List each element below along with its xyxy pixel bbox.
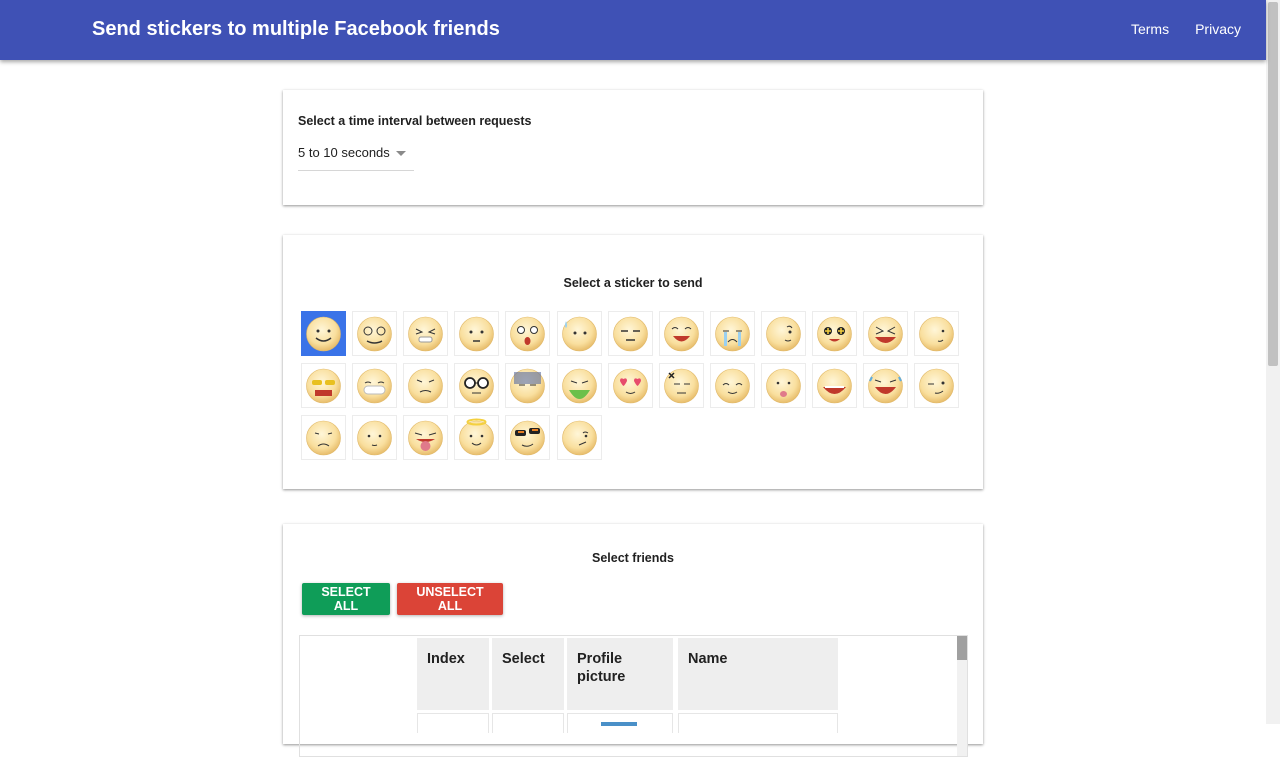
sticker-tongue[interactable] — [760, 363, 806, 408]
pout-sticker-icon — [459, 316, 495, 352]
sticker-worried[interactable] — [403, 363, 449, 408]
dizzy-sticker-icon — [357, 316, 392, 352]
page-scrollbar[interactable] — [1266, 0, 1280, 724]
sticker-laugh[interactable] — [658, 311, 704, 356]
sticker-happy[interactable] — [709, 363, 755, 408]
meh-sticker-icon — [612, 316, 648, 352]
sunglasses-fangs-sticker-icon — [306, 368, 341, 404]
sticker-hmm[interactable] — [914, 311, 960, 356]
sticker-angry[interactable] — [658, 363, 704, 408]
column-header-profile-picture: Profile picture — [567, 638, 673, 710]
select-all-button[interactable]: SELECT ALL — [302, 583, 390, 615]
friends-table: Index Select Profile picture Name — [299, 635, 968, 757]
sticker-meh[interactable] — [607, 311, 653, 356]
column-header-name: Name — [678, 638, 838, 710]
sticker-sweat[interactable] — [556, 311, 602, 356]
sticker-sad[interactable] — [301, 415, 346, 460]
terms-link[interactable]: Terms — [1131, 21, 1169, 37]
sticker-gloom[interactable] — [505, 363, 551, 408]
sticker-pout[interactable] — [454, 311, 500, 356]
sticker-starstruck[interactable] — [812, 311, 857, 356]
happy-sticker-icon — [714, 368, 750, 404]
starstruck-sticker-icon — [817, 316, 852, 352]
column-header-select: Select — [492, 638, 564, 710]
heart-eyes-sticker-icon — [612, 368, 648, 404]
open-mouth-sticker-icon — [817, 368, 852, 404]
sticker-big-grin[interactable] — [352, 363, 398, 408]
sad-sticker-icon — [306, 420, 341, 456]
friends-card: Select friends SELECT ALL UNSELECT ALL I… — [283, 524, 983, 757]
page-scrollbar-thumb[interactable] — [1268, 2, 1278, 366]
xd-sticker-icon — [868, 316, 903, 352]
table-scrollbar[interactable] — [957, 636, 967, 756]
grin-squint-sticker-icon — [408, 316, 443, 352]
sticker-curious[interactable] — [760, 311, 806, 356]
sticker-shocked[interactable] — [505, 311, 551, 356]
sticker-sunglasses-fangs[interactable] — [301, 363, 346, 408]
interval-select[interactable]: 5 to 10 seconds — [298, 143, 414, 171]
big-grin-sticker-icon — [357, 368, 392, 404]
sticker-section-title: Select a sticker to send — [563, 276, 703, 290]
laugh-sticker-icon — [663, 316, 699, 352]
header-nav: Terms Privacy — [1105, 0, 1241, 58]
vomit-sticker-icon — [561, 368, 597, 404]
cool-shades-sticker-icon — [510, 420, 546, 456]
app-header: Send stickers to multiple Facebook frien… — [0, 0, 1266, 60]
sticker-confused[interactable] — [556, 415, 602, 460]
privacy-link[interactable]: Privacy — [1195, 21, 1241, 37]
calm-sticker-icon — [357, 420, 392, 456]
sticker-nerd-glasses[interactable] — [454, 363, 500, 408]
sticker-open-mouth[interactable] — [812, 363, 857, 408]
sticker-dizzy[interactable] — [352, 311, 398, 356]
sticker-joy-tears[interactable] — [863, 363, 909, 408]
sticker-cry[interactable] — [709, 311, 755, 356]
column-header-index: Index — [417, 638, 489, 710]
app-title: Send stickers to multiple Facebook frien… — [92, 18, 500, 40]
sticker-wink[interactable] — [914, 363, 960, 408]
tongue-out-sticker-icon — [408, 420, 443, 456]
curious-sticker-icon — [766, 316, 801, 352]
interval-label: Select a time interval between requests — [298, 114, 532, 128]
table-cell — [678, 713, 838, 733]
sticker-angel[interactable] — [454, 415, 500, 460]
profile-picture-thumbnail — [601, 722, 637, 726]
cry-sticker-icon — [714, 316, 750, 352]
friends-section-title: Select friends — [592, 551, 674, 565]
unselect-all-button[interactable]: UNSELECT ALL — [397, 583, 503, 615]
worried-sticker-icon — [408, 368, 443, 404]
tongue-sticker-icon — [766, 368, 801, 404]
table-scrollbar-thumb[interactable] — [957, 636, 967, 660]
sticker-calm[interactable] — [352, 415, 398, 460]
table-cell — [417, 713, 489, 733]
angry-sticker-icon — [663, 368, 699, 404]
sweat-sticker-icon — [561, 316, 597, 352]
wink-sticker-icon — [919, 368, 954, 404]
shocked-sticker-icon — [510, 316, 546, 352]
sticker-xd[interactable] — [863, 311, 909, 356]
hmm-sticker-icon — [919, 316, 954, 352]
sticker-tongue-out[interactable] — [403, 415, 449, 460]
sticker-heart-eyes[interactable] — [607, 363, 653, 408]
sticker-cool-shades[interactable] — [505, 415, 551, 460]
interval-card: Select a time interval between requests … — [283, 90, 983, 205]
joy-tears-sticker-icon — [868, 368, 903, 404]
dropdown-caret-icon — [396, 151, 406, 156]
sticker-smile[interactable] — [301, 311, 346, 356]
gloom-sticker-icon — [510, 368, 546, 404]
table-cell — [492, 713, 564, 733]
sticker-grin-squint[interactable] — [403, 311, 449, 356]
smile-sticker-icon — [306, 316, 341, 352]
confused-sticker-icon — [561, 420, 597, 456]
angel-sticker-icon — [459, 418, 495, 456]
sticker-vomit[interactable] — [556, 363, 602, 408]
sticker-card: Select a sticker to send — [283, 235, 983, 489]
nerd-glasses-sticker-icon — [459, 368, 495, 404]
